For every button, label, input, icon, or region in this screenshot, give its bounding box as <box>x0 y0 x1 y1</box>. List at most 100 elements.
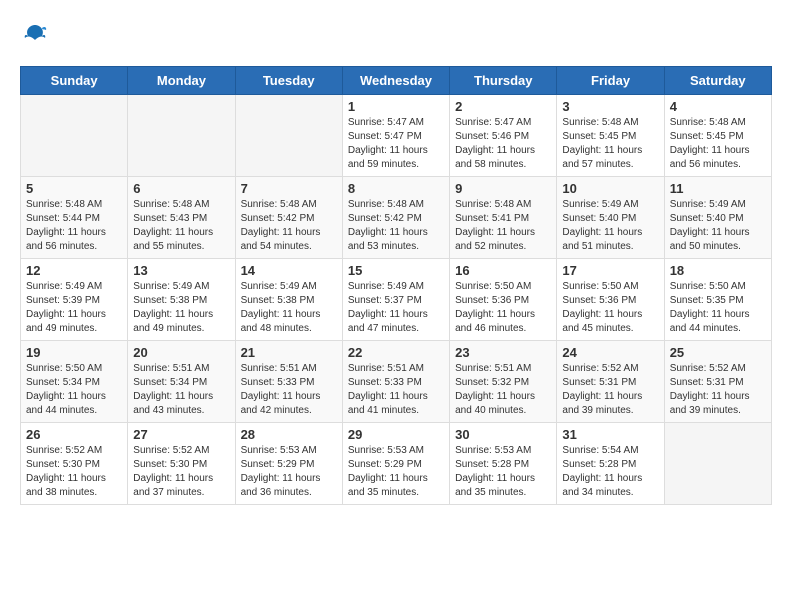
calendar-week-1: 1 Sunrise: 5:47 AM Sunset: 5:47 PM Daylig… <box>21 95 772 177</box>
calendar-cell: 22 Sunrise: 5:51 AM Sunset: 5:33 PM Dayli… <box>342 341 449 423</box>
day-info: Sunrise: 5:48 AM Sunset: 5:45 PM Dayligh… <box>562 116 658 172</box>
day-number: 20 <box>133 345 229 360</box>
day-info: Sunrise: 5:52 AM Sunset: 5:30 PM Dayligh… <box>133 444 229 500</box>
day-info: Sunrise: 5:50 AM Sunset: 5:36 PM Dayligh… <box>562 280 658 336</box>
day-number: 19 <box>26 345 122 360</box>
calendar-cell <box>128 95 235 177</box>
calendar-cell: 2 Sunrise: 5:47 AM Sunset: 5:46 PM Daylig… <box>450 95 557 177</box>
day-info: Sunrise: 5:48 AM Sunset: 5:41 PM Dayligh… <box>455 198 551 254</box>
calendar-cell <box>21 95 128 177</box>
day-number: 22 <box>348 345 444 360</box>
calendar-table: SundayMondayTuesdayWednesdayThursdayFrid… <box>20 66 772 505</box>
logo-bird-icon <box>20 20 50 50</box>
calendar-week-3: 12 Sunrise: 5:49 AM Sunset: 5:39 PM Dayli… <box>21 259 772 341</box>
day-info: Sunrise: 5:51 AM Sunset: 5:33 PM Dayligh… <box>348 362 444 418</box>
weekday-friday: Friday <box>557 67 664 95</box>
calendar-cell: 31 Sunrise: 5:54 AM Sunset: 5:28 PM Dayli… <box>557 423 664 505</box>
day-number: 7 <box>241 181 337 196</box>
calendar-cell: 27 Sunrise: 5:52 AM Sunset: 5:30 PM Dayli… <box>128 423 235 505</box>
day-info: Sunrise: 5:47 AM Sunset: 5:47 PM Dayligh… <box>348 116 444 172</box>
calendar-cell: 30 Sunrise: 5:53 AM Sunset: 5:28 PM Dayli… <box>450 423 557 505</box>
calendar-cell: 6Sunrise: 5:48 AM Sunset: 5:43 PM Daylig… <box>128 177 235 259</box>
calendar-cell: 4Sunrise: 5:48 AM Sunset: 5:45 PM Daylig… <box>664 95 771 177</box>
calendar-cell: 15 Sunrise: 5:49 AM Sunset: 5:37 PM Dayli… <box>342 259 449 341</box>
weekday-thursday: Thursday <box>450 67 557 95</box>
day-number: 16 <box>455 263 551 278</box>
day-info: Sunrise: 5:49 AM Sunset: 5:40 PM Dayligh… <box>562 198 658 254</box>
day-number: 25 <box>670 345 766 360</box>
day-info: Sunrise: 5:50 AM Sunset: 5:35 PM Dayligh… <box>670 280 766 336</box>
day-number: 11 <box>670 181 766 196</box>
weekday-monday: Monday <box>128 67 235 95</box>
calendar-cell: 21Sunrise: 5:51 AM Sunset: 5:33 PM Dayli… <box>235 341 342 423</box>
day-number: 2 <box>455 99 551 114</box>
day-info: Sunrise: 5:54 AM Sunset: 5:28 PM Dayligh… <box>562 444 658 500</box>
day-info: Sunrise: 5:49 AM Sunset: 5:37 PM Dayligh… <box>348 280 444 336</box>
day-info: Sunrise: 5:52 AM Sunset: 5:31 PM Dayligh… <box>562 362 658 418</box>
calendar-cell: 1 Sunrise: 5:47 AM Sunset: 5:47 PM Daylig… <box>342 95 449 177</box>
day-number: 23 <box>455 345 551 360</box>
day-info: Sunrise: 5:49 AM Sunset: 5:38 PM Dayligh… <box>241 280 337 336</box>
calendar-cell: 9 Sunrise: 5:48 AM Sunset: 5:41 PM Daylig… <box>450 177 557 259</box>
calendar-cell <box>235 95 342 177</box>
day-info: Sunrise: 5:50 AM Sunset: 5:34 PM Dayligh… <box>26 362 122 418</box>
calendar-cell: 26 Sunrise: 5:52 AM Sunset: 5:30 PM Dayli… <box>21 423 128 505</box>
day-number: 12 <box>26 263 122 278</box>
day-number: 28 <box>241 427 337 442</box>
calendar-cell: 11 Sunrise: 5:49 AM Sunset: 5:40 PM Dayli… <box>664 177 771 259</box>
calendar-week-5: 26 Sunrise: 5:52 AM Sunset: 5:30 PM Dayli… <box>21 423 772 505</box>
calendar-cell: 14 Sunrise: 5:49 AM Sunset: 5:38 PM Dayli… <box>235 259 342 341</box>
calendar-cell: 3 Sunrise: 5:48 AM Sunset: 5:45 PM Daylig… <box>557 95 664 177</box>
day-info: Sunrise: 5:49 AM Sunset: 5:38 PM Dayligh… <box>133 280 229 336</box>
day-number: 24 <box>562 345 658 360</box>
day-info: Sunrise: 5:48 AM Sunset: 5:44 PM Dayligh… <box>26 198 122 254</box>
calendar-cell: 16 Sunrise: 5:50 AM Sunset: 5:36 PM Dayli… <box>450 259 557 341</box>
weekday-wednesday: Wednesday <box>342 67 449 95</box>
day-info: Sunrise: 5:49 AM Sunset: 5:40 PM Dayligh… <box>670 198 766 254</box>
calendar-cell: 29Sunrise: 5:53 AM Sunset: 5:29 PM Dayli… <box>342 423 449 505</box>
calendar-cell: 25 Sunrise: 5:52 AM Sunset: 5:31 PM Dayli… <box>664 341 771 423</box>
calendar-cell: 20 Sunrise: 5:51 AM Sunset: 5:34 PM Dayli… <box>128 341 235 423</box>
day-info: Sunrise: 5:49 AM Sunset: 5:39 PM Dayligh… <box>26 280 122 336</box>
day-number: 15 <box>348 263 444 278</box>
calendar-cell: 23 Sunrise: 5:51 AM Sunset: 5:32 PM Dayli… <box>450 341 557 423</box>
day-number: 6 <box>133 181 229 196</box>
day-number: 8 <box>348 181 444 196</box>
calendar-cell: 5Sunrise: 5:48 AM Sunset: 5:44 PM Daylig… <box>21 177 128 259</box>
calendar-cell: 24 Sunrise: 5:52 AM Sunset: 5:31 PM Dayli… <box>557 341 664 423</box>
day-number: 26 <box>26 427 122 442</box>
weekday-tuesday: Tuesday <box>235 67 342 95</box>
calendar-week-4: 19 Sunrise: 5:50 AM Sunset: 5:34 PM Dayli… <box>21 341 772 423</box>
weekday-header-row: SundayMondayTuesdayWednesdayThursdayFrid… <box>21 67 772 95</box>
calendar-cell: 13 Sunrise: 5:49 AM Sunset: 5:38 PM Dayli… <box>128 259 235 341</box>
page-header <box>20 20 772 50</box>
calendar-cell: 18Sunrise: 5:50 AM Sunset: 5:35 PM Dayli… <box>664 259 771 341</box>
day-number: 17 <box>562 263 658 278</box>
calendar-cell: 19 Sunrise: 5:50 AM Sunset: 5:34 PM Dayli… <box>21 341 128 423</box>
calendar-cell: 17 Sunrise: 5:50 AM Sunset: 5:36 PM Dayli… <box>557 259 664 341</box>
day-number: 30 <box>455 427 551 442</box>
calendar-week-2: 5Sunrise: 5:48 AM Sunset: 5:44 PM Daylig… <box>21 177 772 259</box>
calendar-cell: 10 Sunrise: 5:49 AM Sunset: 5:40 PM Dayli… <box>557 177 664 259</box>
day-info: Sunrise: 5:51 AM Sunset: 5:32 PM Dayligh… <box>455 362 551 418</box>
weekday-sunday: Sunday <box>21 67 128 95</box>
day-info: Sunrise: 5:47 AM Sunset: 5:46 PM Dayligh… <box>455 116 551 172</box>
day-info: Sunrise: 5:53 AM Sunset: 5:28 PM Dayligh… <box>455 444 551 500</box>
day-number: 27 <box>133 427 229 442</box>
calendar-cell: 7Sunrise: 5:48 AM Sunset: 5:42 PM Daylig… <box>235 177 342 259</box>
day-number: 1 <box>348 99 444 114</box>
day-info: Sunrise: 5:51 AM Sunset: 5:34 PM Dayligh… <box>133 362 229 418</box>
day-info: Sunrise: 5:50 AM Sunset: 5:36 PM Dayligh… <box>455 280 551 336</box>
day-number: 13 <box>133 263 229 278</box>
day-number: 14 <box>241 263 337 278</box>
day-number: 10 <box>562 181 658 196</box>
day-info: Sunrise: 5:52 AM Sunset: 5:31 PM Dayligh… <box>670 362 766 418</box>
day-info: Sunrise: 5:52 AM Sunset: 5:30 PM Dayligh… <box>26 444 122 500</box>
day-info: Sunrise: 5:53 AM Sunset: 5:29 PM Dayligh… <box>241 444 337 500</box>
day-number: 9 <box>455 181 551 196</box>
calendar-cell: 8Sunrise: 5:48 AM Sunset: 5:42 PM Daylig… <box>342 177 449 259</box>
day-number: 3 <box>562 99 658 114</box>
day-number: 31 <box>562 427 658 442</box>
day-info: Sunrise: 5:53 AM Sunset: 5:29 PM Dayligh… <box>348 444 444 500</box>
calendar-cell: 12 Sunrise: 5:49 AM Sunset: 5:39 PM Dayli… <box>21 259 128 341</box>
